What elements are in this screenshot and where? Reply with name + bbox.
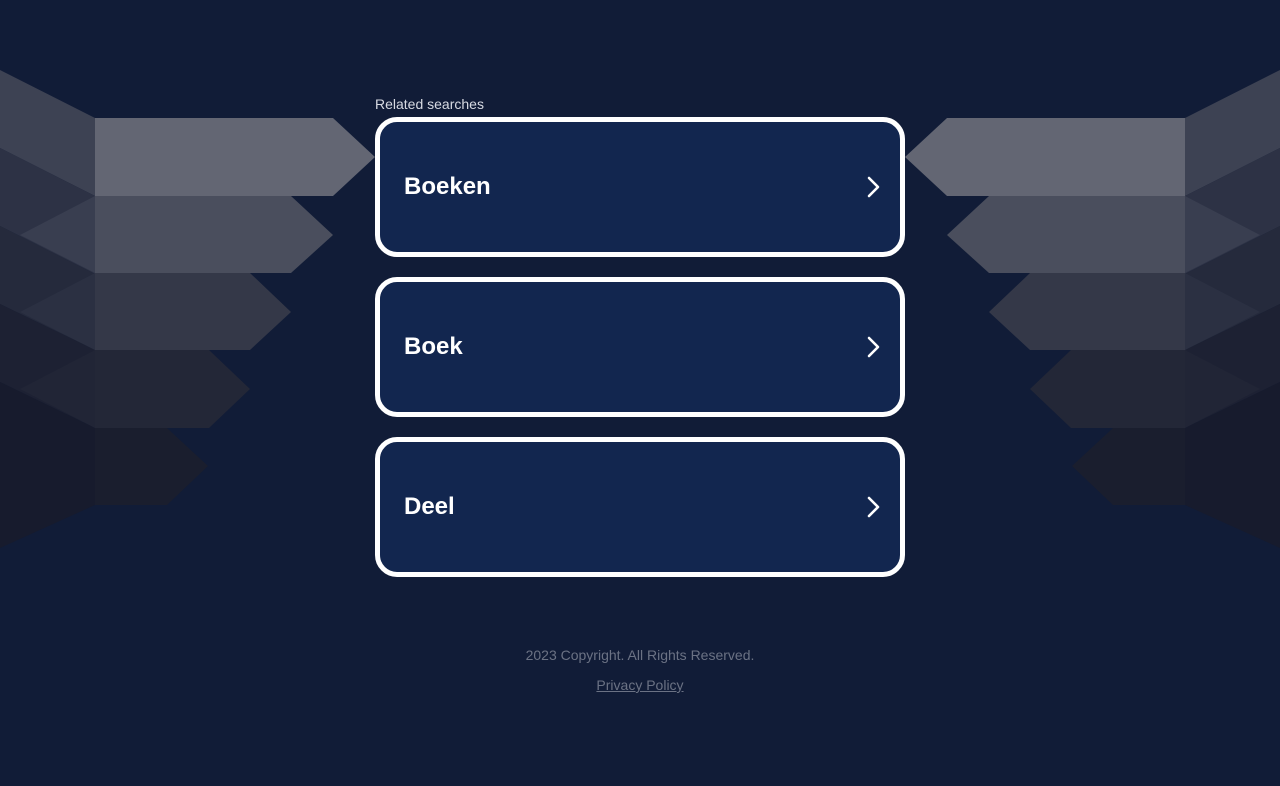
search-result-boek[interactable]: Boek — [375, 277, 905, 417]
search-result-label: Deel — [404, 493, 455, 520]
right-wing-decoration — [905, 70, 1280, 548]
privacy-policy-link[interactable]: Privacy Policy — [596, 677, 683, 693]
chevron-right-icon — [867, 336, 880, 358]
related-searches-title: Related searches — [375, 96, 484, 112]
search-result-label: Boek — [404, 333, 463, 360]
search-result-deel[interactable]: Deel — [375, 437, 905, 577]
copyright-text: 2023 Copyright. All Rights Reserved. — [525, 647, 755, 663]
chevron-right-icon — [867, 496, 880, 518]
search-result-boeken[interactable]: Boeken — [375, 117, 905, 257]
search-result-label: Boeken — [404, 173, 491, 200]
left-wing-decoration — [0, 70, 375, 548]
chevron-right-icon — [867, 176, 880, 198]
footer: 2023 Copyright. All Rights Reserved. Pri… — [0, 647, 1280, 695]
related-searches: Related searches Boeken Boek Deel — [375, 96, 905, 597]
